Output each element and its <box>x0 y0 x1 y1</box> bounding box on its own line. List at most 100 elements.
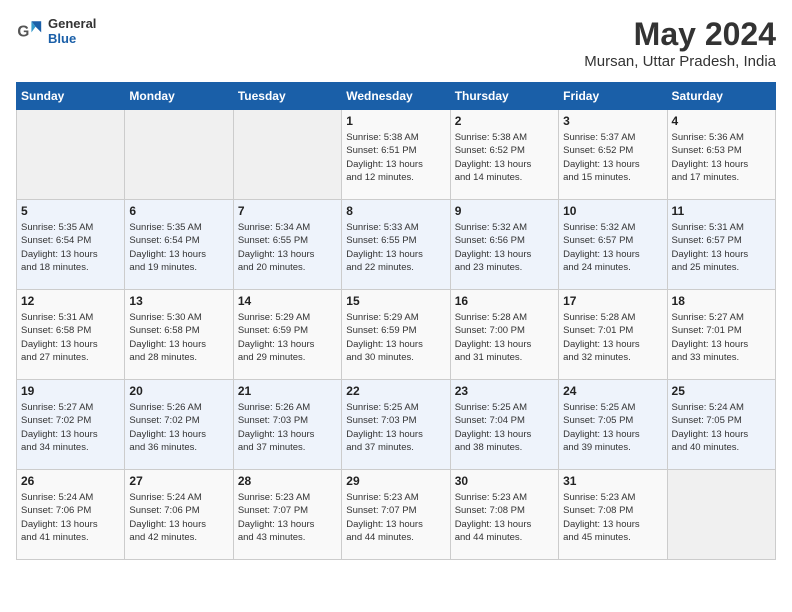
calendar-week-row: 5 Sunrise: 5:35 AMSunset: 6:54 PMDaylight… <box>17 200 776 290</box>
calendar-week-row: 26 Sunrise: 5:24 AMSunset: 7:06 PMDayligh… <box>17 470 776 560</box>
day-info: Sunrise: 5:35 AMSunset: 6:54 PMDaylight:… <box>21 221 120 274</box>
calendar-cell: 3Sunrise: 5:37 AMSunset: 6:52 PMDaylight… <box>559 110 667 200</box>
day-info: Sunrise: 5:38 AMSunset: 6:52 PMDaylight:… <box>455 131 554 184</box>
page-title: May 2024 <box>584 16 776 53</box>
day-info: Sunrise: 5:27 AMSunset: 7:01 PMDaylight:… <box>672 311 771 364</box>
calendar-cell: 19 Sunrise: 5:27 AMSunset: 7:02 PMDayligh… <box>17 380 125 470</box>
calendar-cell: 24 Sunrise: 5:25 AMSunset: 7:05 PMDayligh… <box>559 380 667 470</box>
day-number: 31 <box>563 474 662 488</box>
day-info: Sunrise: 5:23 AMSunset: 7:07 PMDaylight:… <box>238 491 337 544</box>
day-number: 30 <box>455 474 554 488</box>
day-number: 8 <box>346 204 445 218</box>
calendar-cell: 20Sunrise: 5:26 AMSunset: 7:02 PMDayligh… <box>125 380 233 470</box>
calendar-cell: 26 Sunrise: 5:24 AMSunset: 7:06 PMDayligh… <box>17 470 125 560</box>
header-monday: Monday <box>125 83 233 110</box>
day-number: 21 <box>238 384 337 398</box>
title-block: May 2024 Mursan, Uttar Pradesh, India <box>584 16 776 70</box>
day-info: Sunrise: 5:28 AMSunset: 7:01 PMDaylight:… <box>563 311 662 364</box>
day-info: Sunrise: 5:34 AMSunset: 6:55 PMDaylight:… <box>238 221 337 274</box>
day-number: 4 <box>672 114 771 128</box>
page-subtitle: Mursan, Uttar Pradesh, India <box>584 53 776 70</box>
calendar-cell: 27 Sunrise: 5:24 AMSunset: 7:06 PMDayligh… <box>125 470 233 560</box>
calendar-cell: 4 Sunrise: 5:36 AMSunset: 6:53 PMDaylight… <box>667 110 775 200</box>
day-info: Sunrise: 5:31 AMSunset: 6:57 PMDaylight:… <box>672 221 771 274</box>
day-number: 2 <box>455 114 554 128</box>
calendar-cell <box>125 110 233 200</box>
day-info: Sunrise: 5:30 AMSunset: 6:58 PMDaylight:… <box>129 311 228 364</box>
day-number: 5 <box>21 204 120 218</box>
calendar-cell <box>17 110 125 200</box>
day-number: 16 <box>455 294 554 308</box>
day-number: 25 <box>672 384 771 398</box>
calendar-cell: 30 Sunrise: 5:23 AMSunset: 7:08 PMDayligh… <box>450 470 558 560</box>
day-info: Sunrise: 5:23 AMSunset: 7:07 PMDaylight:… <box>346 491 445 544</box>
calendar-cell: 16 Sunrise: 5:28 AMSunset: 7:00 PMDayligh… <box>450 290 558 380</box>
calendar-cell: 7 Sunrise: 5:34 AMSunset: 6:55 PMDaylight… <box>233 200 341 290</box>
day-number: 9 <box>455 204 554 218</box>
day-number: 19 <box>21 384 120 398</box>
day-info: Sunrise: 5:25 AMSunset: 7:03 PMDaylight:… <box>346 401 445 454</box>
day-info: Sunrise: 5:32 AMSunset: 6:57 PMDaylight:… <box>563 221 662 274</box>
day-info: Sunrise: 5:37 AMSunset: 6:52 PMDaylight:… <box>563 131 662 184</box>
day-info: Sunrise: 5:23 AMSunset: 7:08 PMDaylight:… <box>563 491 662 544</box>
day-info: Sunrise: 5:36 AMSunset: 6:53 PMDaylight:… <box>672 131 771 184</box>
day-number: 6 <box>129 204 228 218</box>
logo: G General Blue <box>16 16 96 46</box>
day-info: Sunrise: 5:27 AMSunset: 7:02 PMDaylight:… <box>21 401 120 454</box>
day-number: 23 <box>455 384 554 398</box>
day-info: Sunrise: 5:23 AMSunset: 7:08 PMDaylight:… <box>455 491 554 544</box>
day-number: 27 <box>129 474 228 488</box>
day-info: Sunrise: 5:25 AMSunset: 7:04 PMDaylight:… <box>455 401 554 454</box>
day-info: Sunrise: 5:24 AMSunset: 7:05 PMDaylight:… <box>672 401 771 454</box>
day-info: Sunrise: 5:29 AMSunset: 6:59 PMDaylight:… <box>346 311 445 364</box>
calendar-week-row: 19 Sunrise: 5:27 AMSunset: 7:02 PMDayligh… <box>17 380 776 470</box>
day-info: Sunrise: 5:25 AMSunset: 7:05 PMDaylight:… <box>563 401 662 454</box>
day-number: 26 <box>21 474 120 488</box>
calendar-week-row: 1Sunrise: 5:38 AMSunset: 6:51 PMDaylight… <box>17 110 776 200</box>
day-number: 17 <box>563 294 662 308</box>
calendar-cell: 22 Sunrise: 5:25 AMSunset: 7:03 PMDayligh… <box>342 380 450 470</box>
calendar-cell: 18 Sunrise: 5:27 AMSunset: 7:01 PMDayligh… <box>667 290 775 380</box>
header-friday: Friday <box>559 83 667 110</box>
logo-blue: Blue <box>48 31 96 46</box>
calendar-cell: 12Sunrise: 5:31 AMSunset: 6:58 PMDayligh… <box>17 290 125 380</box>
day-info: Sunrise: 5:28 AMSunset: 7:00 PMDaylight:… <box>455 311 554 364</box>
logo-icon: G <box>16 17 44 45</box>
day-number: 15 <box>346 294 445 308</box>
calendar-cell: 28 Sunrise: 5:23 AMSunset: 7:07 PMDayligh… <box>233 470 341 560</box>
day-info: Sunrise: 5:35 AMSunset: 6:54 PMDaylight:… <box>129 221 228 274</box>
calendar-cell: 15 Sunrise: 5:29 AMSunset: 6:59 PMDayligh… <box>342 290 450 380</box>
day-info: Sunrise: 5:32 AMSunset: 6:56 PMDaylight:… <box>455 221 554 274</box>
day-info: Sunrise: 5:24 AMSunset: 7:06 PMDaylight:… <box>129 491 228 544</box>
day-number: 13 <box>129 294 228 308</box>
calendar-header-row: SundayMondayTuesdayWednesdayThursdayFrid… <box>17 83 776 110</box>
day-number: 12 <box>21 294 120 308</box>
calendar-cell: 11 Sunrise: 5:31 AMSunset: 6:57 PMDayligh… <box>667 200 775 290</box>
day-number: 7 <box>238 204 337 218</box>
calendar-cell: 8 Sunrise: 5:33 AMSunset: 6:55 PMDaylight… <box>342 200 450 290</box>
calendar-cell: 23 Sunrise: 5:25 AMSunset: 7:04 PMDayligh… <box>450 380 558 470</box>
day-info: Sunrise: 5:29 AMSunset: 6:59 PMDaylight:… <box>238 311 337 364</box>
calendar-cell: 13 Sunrise: 5:30 AMSunset: 6:58 PMDayligh… <box>125 290 233 380</box>
day-number: 22 <box>346 384 445 398</box>
day-number: 20 <box>129 384 228 398</box>
header-sunday: Sunday <box>17 83 125 110</box>
calendar-cell <box>667 470 775 560</box>
calendar-cell: 9 Sunrise: 5:32 AMSunset: 6:56 PMDaylight… <box>450 200 558 290</box>
header-wednesday: Wednesday <box>342 83 450 110</box>
day-number: 18 <box>672 294 771 308</box>
day-info: Sunrise: 5:24 AMSunset: 7:06 PMDaylight:… <box>21 491 120 544</box>
day-number: 24 <box>563 384 662 398</box>
day-number: 28 <box>238 474 337 488</box>
day-number: 14 <box>238 294 337 308</box>
calendar-cell: 5 Sunrise: 5:35 AMSunset: 6:54 PMDaylight… <box>17 200 125 290</box>
calendar-cell: 1Sunrise: 5:38 AMSunset: 6:51 PMDaylight… <box>342 110 450 200</box>
calendar-cell: 6 Sunrise: 5:35 AMSunset: 6:54 PMDaylight… <box>125 200 233 290</box>
logo-text: General Blue <box>48 16 96 46</box>
day-info: Sunrise: 5:33 AMSunset: 6:55 PMDaylight:… <box>346 221 445 274</box>
calendar-cell: 29Sunrise: 5:23 AMSunset: 7:07 PMDayligh… <box>342 470 450 560</box>
calendar-table: SundayMondayTuesdayWednesdayThursdayFrid… <box>16 82 776 560</box>
calendar-cell: 21Sunrise: 5:26 AMSunset: 7:03 PMDayligh… <box>233 380 341 470</box>
day-number: 11 <box>672 204 771 218</box>
day-number: 1 <box>346 114 445 128</box>
